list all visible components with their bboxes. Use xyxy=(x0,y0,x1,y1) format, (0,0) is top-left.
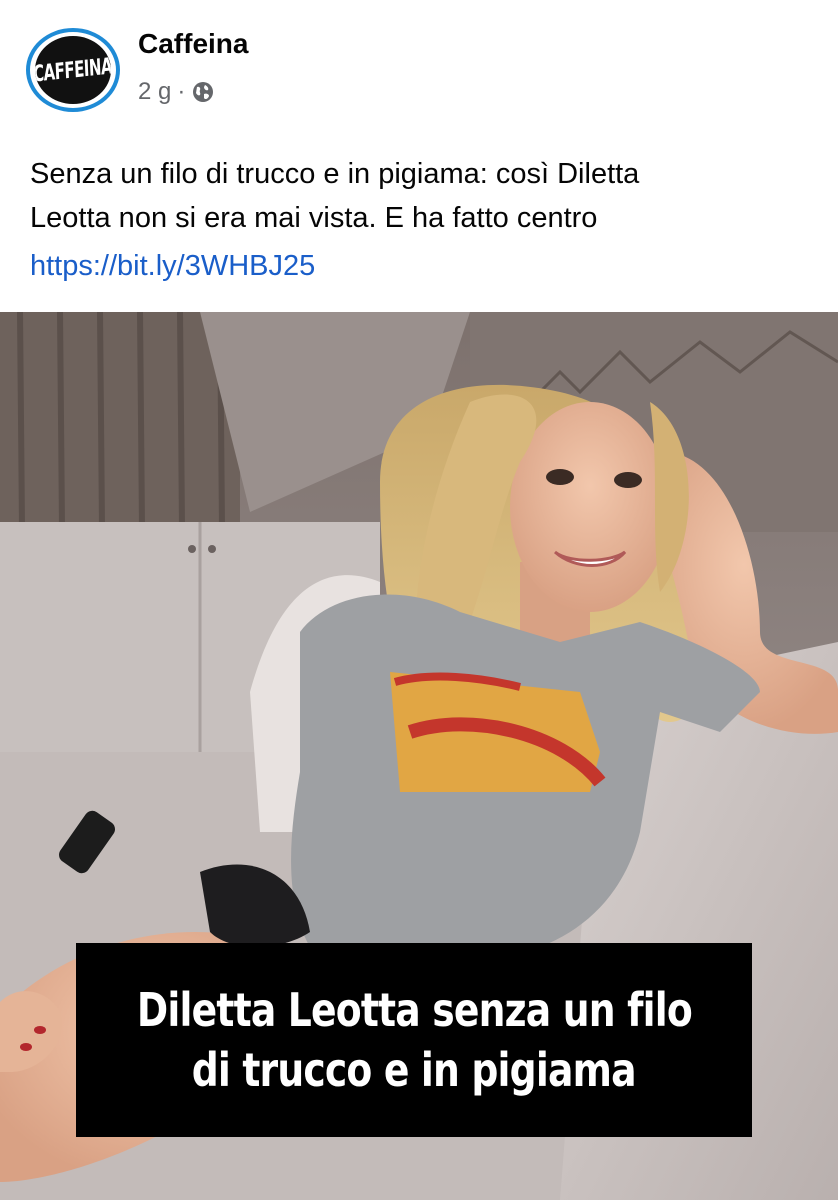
caption-line-1: Senza un filo di trucco e in pigiama: co… xyxy=(30,158,640,190)
curtain xyxy=(0,312,240,532)
banner-line-2: di trucco e in pigiama xyxy=(192,1043,637,1097)
post-timestamp[interactable]: 2 g xyxy=(138,78,171,106)
post-header: CAFFEINA Caffeina 2 g · xyxy=(0,0,838,140)
image-caption-banner: Diletta Leotta senza un filo di trucco e… xyxy=(76,943,752,1137)
page-avatar[interactable]: CAFFEINA xyxy=(26,28,120,112)
page-name[interactable]: Caffeina xyxy=(138,28,248,60)
facebook-post: CAFFEINA Caffeina 2 g · Senza un filo di… xyxy=(0,0,838,1200)
post-meta: 2 g · xyxy=(138,78,215,106)
post-image[interactable]: Diletta Leotta senza un filo di trucco e… xyxy=(0,312,838,1200)
post-link[interactable]: https://bit.ly/3WHBJ25 xyxy=(30,244,315,288)
globe-icon[interactable] xyxy=(191,80,215,104)
post-caption: Senza un filo di trucco e in pigiama: co… xyxy=(30,152,820,240)
banner-line-1: Diletta Leotta senza un filo xyxy=(136,983,692,1037)
caption-line-2: Leotta non si era mai vista. E ha fatto … xyxy=(30,202,598,234)
caffeina-logo: CAFFEINA xyxy=(35,36,111,104)
meta-separator: · xyxy=(177,78,186,105)
avatar-logo-text: CAFFEINA xyxy=(35,52,111,88)
